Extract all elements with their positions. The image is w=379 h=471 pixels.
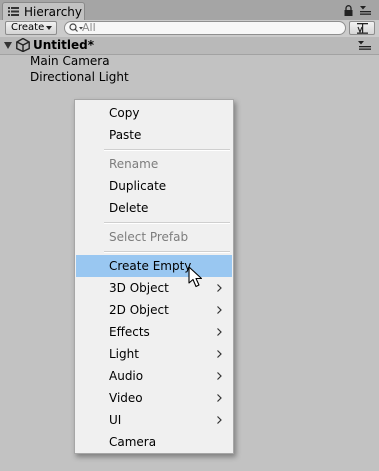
menu-item-audio[interactable]: Audio xyxy=(76,365,232,387)
menu-item-label: Effects xyxy=(109,325,150,339)
menu-item-ui[interactable]: UI xyxy=(76,409,232,431)
menu-item-create-empty[interactable]: Create Empty xyxy=(76,255,232,277)
tab-label: Hierarchy xyxy=(24,5,83,19)
search-input[interactable]: All xyxy=(64,21,346,35)
menu-item-delete[interactable]: Delete xyxy=(76,197,232,219)
menu-item-label: Light xyxy=(109,347,139,361)
menu-item-camera[interactable]: Camera xyxy=(76,431,232,453)
menu-item-label: Delete xyxy=(109,201,149,215)
menu-separator xyxy=(104,251,230,253)
menu-item-select-prefab: Select Prefab xyxy=(76,226,232,248)
menu-item-duplicate[interactable]: Duplicate xyxy=(76,175,232,197)
hierarchy-toolbar: Create All xyxy=(0,20,379,38)
create-dropdown-button[interactable]: Create xyxy=(5,21,57,35)
hierarchy-options-button[interactable] xyxy=(349,21,375,35)
menu-item-label: UI xyxy=(109,413,122,427)
submenu-arrow-icon xyxy=(217,372,222,380)
unity-logo-icon xyxy=(16,38,30,52)
menu-separator xyxy=(104,149,230,151)
foldout-arrow-icon[interactable] xyxy=(4,42,12,49)
menu-item-label: Rename xyxy=(109,157,159,171)
tab-menu-icon[interactable] xyxy=(360,6,371,15)
mouse-pointer-icon xyxy=(188,266,203,288)
create-label: Create xyxy=(11,22,45,33)
tab-hierarchy[interactable]: Hierarchy xyxy=(2,2,85,20)
scene-title: Untitled* xyxy=(33,38,94,52)
menu-item-paste[interactable]: Paste xyxy=(76,124,232,146)
scene-header-row[interactable]: Untitled* xyxy=(0,37,379,55)
submenu-arrow-icon xyxy=(217,328,222,336)
menu-item-copy[interactable]: Copy xyxy=(76,102,232,124)
menu-item-label: 2D Object xyxy=(109,303,169,317)
menu-item-light[interactable]: Light xyxy=(76,343,232,365)
menu-item-label: Audio xyxy=(109,369,144,383)
hierarchy-sort-icon xyxy=(357,23,368,34)
search-placeholder: All xyxy=(82,21,96,34)
menu-item-2d-object[interactable]: 2D Object xyxy=(76,299,232,321)
menu-item-rename: Rename xyxy=(76,153,232,175)
search-icon[interactable] xyxy=(69,23,83,33)
menu-separator xyxy=(104,222,230,224)
submenu-arrow-icon xyxy=(217,416,222,424)
lock-icon[interactable] xyxy=(344,5,353,16)
menu-item-label: Camera xyxy=(109,435,157,449)
menu-item-label: Select Prefab xyxy=(109,230,189,244)
context-menu: Copy Paste Rename Duplicate Delete Selec… xyxy=(74,99,234,454)
window-tab-bar: Hierarchy xyxy=(0,0,379,21)
menu-item-label: Create Empty xyxy=(109,259,192,273)
menu-item-label: Duplicate xyxy=(109,179,167,193)
hierarchy-item-main-camera[interactable]: Main Camera xyxy=(30,54,110,68)
menu-item-label: Paste xyxy=(109,128,142,142)
menu-item-label: Video xyxy=(109,391,143,405)
scene-menu-icon[interactable] xyxy=(358,41,371,50)
menu-item-label: 3D Object xyxy=(109,281,169,295)
hierarchy-list-icon xyxy=(8,7,19,16)
menu-item-video[interactable]: Video xyxy=(76,387,232,409)
submenu-arrow-icon xyxy=(217,394,222,402)
menu-item-3d-object[interactable]: 3D Object xyxy=(76,277,232,299)
caret-down-icon xyxy=(46,26,52,30)
submenu-arrow-icon xyxy=(217,306,222,314)
menu-item-label: Copy xyxy=(109,106,140,120)
submenu-arrow-icon xyxy=(217,284,222,292)
hierarchy-item-directional-light[interactable]: Directional Light xyxy=(30,70,129,84)
menu-item-effects[interactable]: Effects xyxy=(76,321,232,343)
submenu-arrow-icon xyxy=(217,350,222,358)
